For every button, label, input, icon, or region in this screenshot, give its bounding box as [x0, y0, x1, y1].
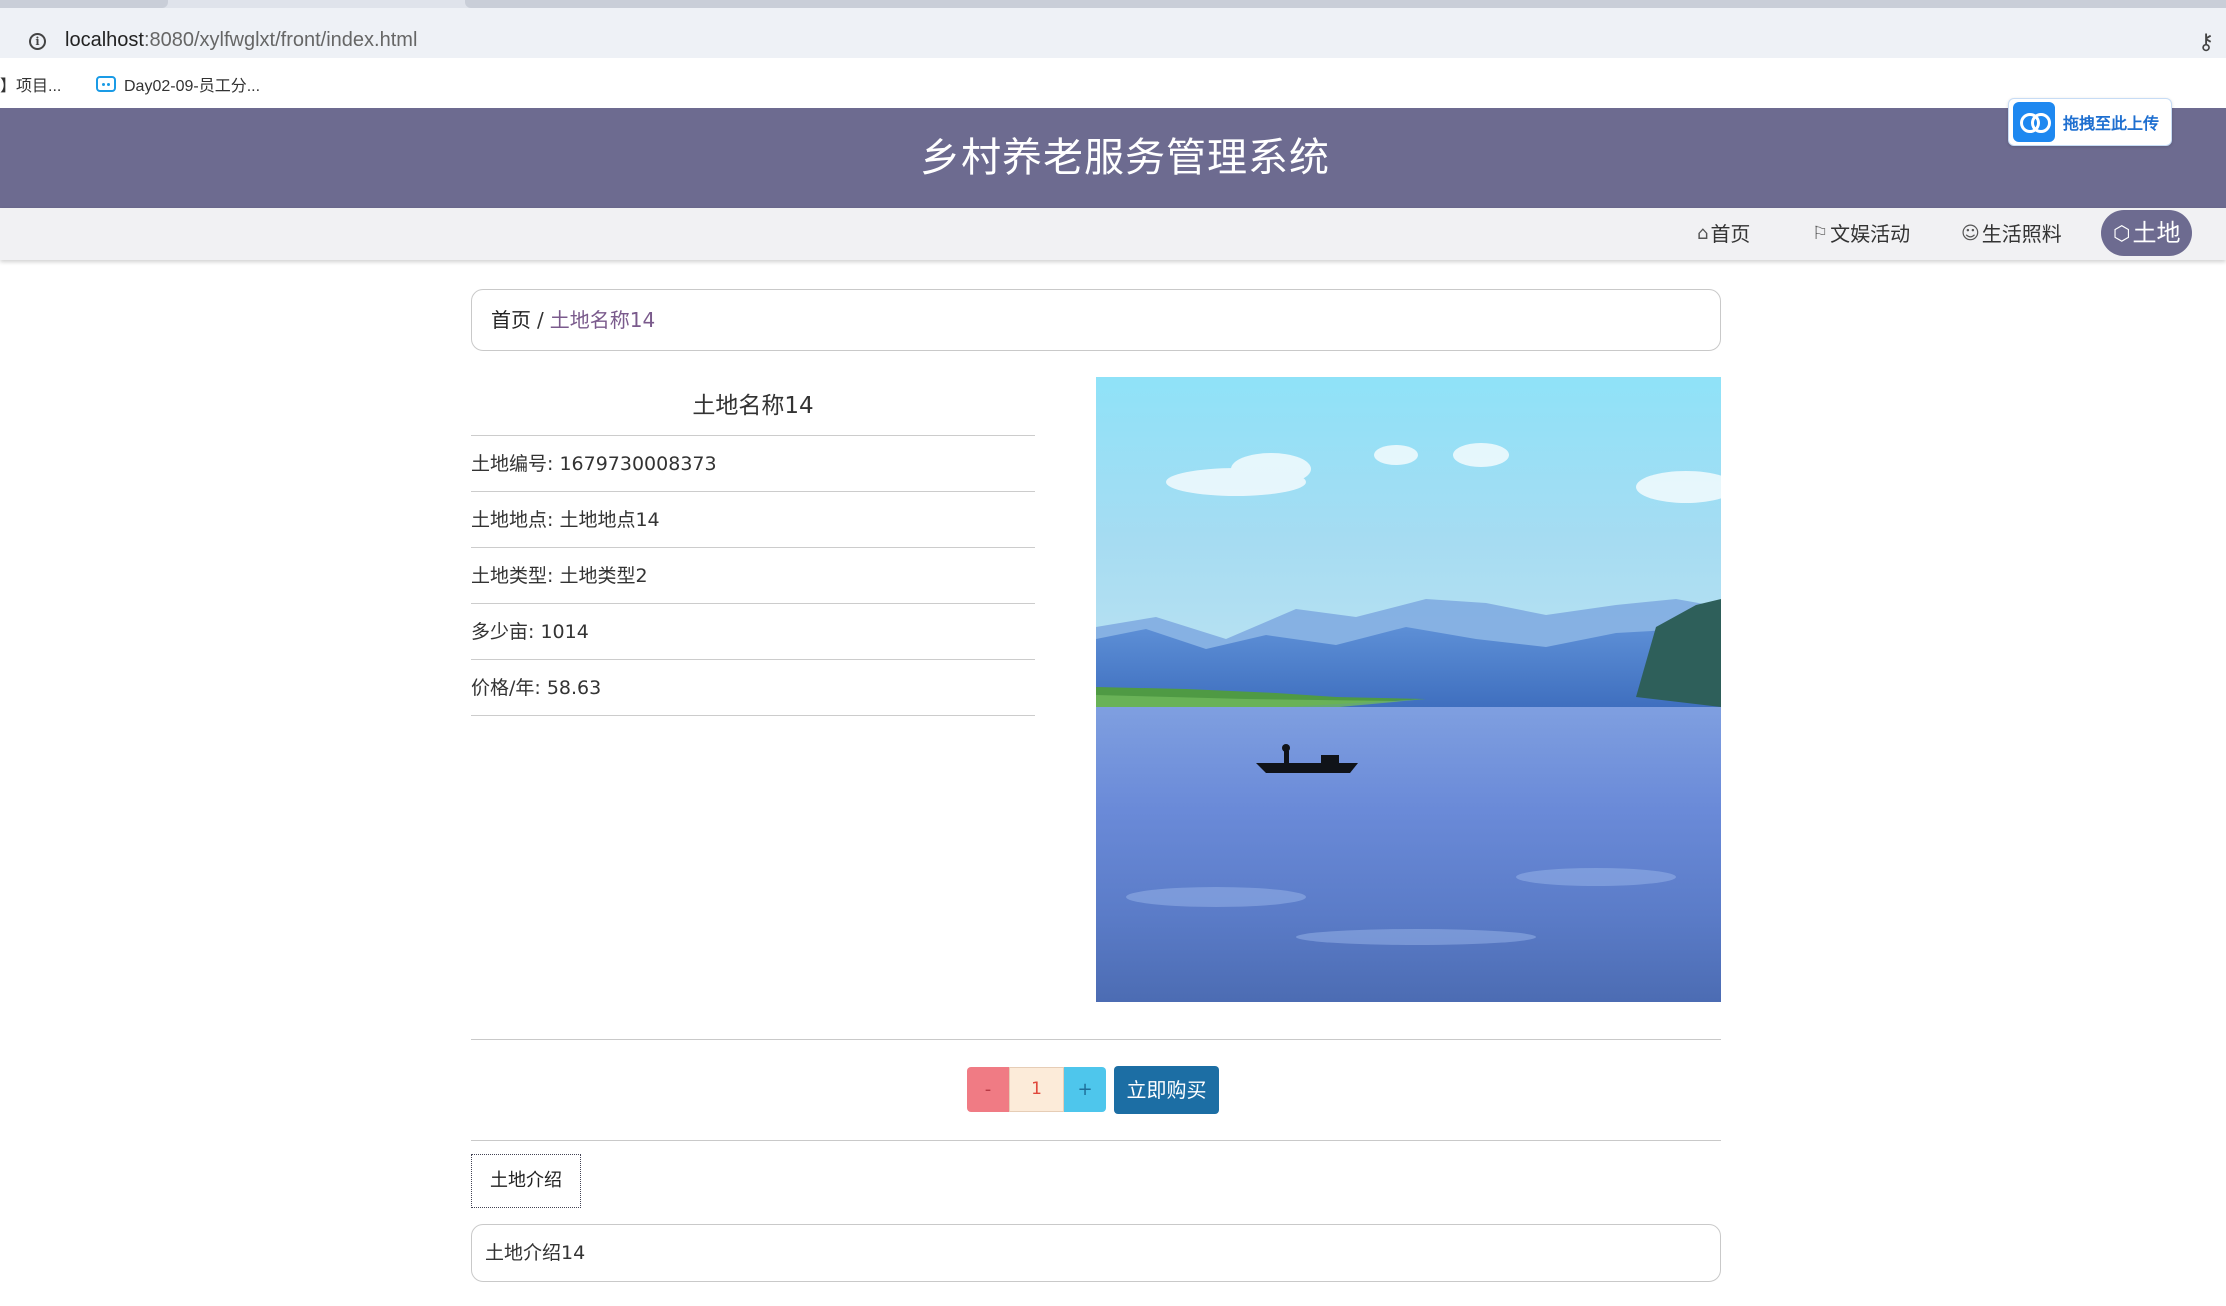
tab-land-intro[interactable]: 土地介绍: [471, 1154, 581, 1208]
nav-item-label: 文娱活动: [1830, 222, 1911, 246]
land-photo: [1096, 377, 1721, 1002]
breadcrumb: 首页 / 土地名称14: [471, 289, 1721, 351]
land-title: 土地名称14: [471, 376, 1035, 436]
quantity-stepper[interactable]: - 1 +: [967, 1067, 1106, 1112]
address-bar[interactable]: i localhost:8080/xylfwglxt/front/index.h…: [0, 8, 2226, 58]
section-divider: [471, 1039, 1721, 1040]
site-info-icon[interactable]: i: [29, 33, 46, 50]
section-divider: [471, 1140, 1721, 1141]
land-intro-content: 土地介绍14: [471, 1224, 1721, 1282]
care-icon: ☺: [1961, 223, 1980, 244]
land-detail-panel: 土地名称14 土地编号: 1679730008373 土地地点: 土地地点14 …: [471, 376, 1035, 716]
site-header: 乡村养老服务管理系统: [0, 108, 2226, 208]
browser-tab[interactable]: [465, 0, 2226, 8]
breadcrumb-home-link[interactable]: 首页: [491, 308, 531, 332]
nav-item-label: 土地: [2132, 219, 2181, 247]
land-location-row: 土地地点: 土地地点14: [471, 492, 1035, 548]
bookmark-label: Day02-09-员工分...: [124, 78, 261, 95]
nav-item-entertainment[interactable]: ⚐ 文娱活动: [1812, 208, 1910, 260]
flag-icon: ⚐: [1812, 223, 1829, 244]
increase-button[interactable]: +: [1064, 1067, 1106, 1112]
browser-tab[interactable]: [0, 0, 168, 8]
bilibili-tv-icon: [96, 76, 116, 92]
site-title: 乡村养老服务管理系统: [920, 135, 1330, 181]
breadcrumb-current: 土地名称14: [549, 308, 656, 332]
upload-badge-label: 拖拽至此上传: [2063, 114, 2160, 133]
nav-item-label: 首页: [1710, 222, 1751, 246]
quantity-input[interactable]: 1: [1009, 1067, 1064, 1112]
password-key-icon[interactable]: ⚷: [2198, 30, 2214, 55]
bookmark-item[interactable]: 】项目...: [0, 72, 61, 96]
land-number-row: 土地编号: 1679730008373: [471, 436, 1035, 492]
home-icon: ⌂: [1697, 223, 1709, 244]
land-type-row: 土地类型: 土地类型2: [471, 548, 1035, 604]
breadcrumb-separator: /: [537, 308, 544, 332]
land-price-row: 价格/年: 58.63: [471, 660, 1035, 716]
land-acreage-row: 多少亩: 1014: [471, 604, 1035, 660]
nav-item-life-care[interactable]: ☺ 生活照料: [1961, 208, 2062, 260]
main-nav: ⌂ 首页 ⚐ 文娱活动 ☺ 生活照料 ⬡ 土地: [0, 208, 2226, 260]
upload-drop-badge[interactable]: 拖拽至此上传: [2008, 98, 2172, 146]
nav-item-label: 生活照料: [1981, 222, 2062, 246]
buy-now-button[interactable]: 立即购买: [1114, 1066, 1219, 1114]
decrease-button[interactable]: -: [967, 1067, 1009, 1112]
cloud-upload-icon: [2013, 102, 2055, 142]
nav-item-home[interactable]: ⌂ 首页: [1697, 208, 1750, 260]
browser-tab-strip: [0, 0, 2226, 8]
nav-item-land[interactable]: ⬡ 土地: [2101, 210, 2193, 256]
box-icon: ⬡: [2113, 221, 2131, 245]
bookmark-item[interactable]: Day02-09-员工分...: [96, 72, 260, 96]
url-text[interactable]: localhost:8080/xylfwglxt/front/index.htm…: [65, 29, 417, 52]
bookmarks-bar: 】项目... Day02-09-员工分...: [0, 58, 2226, 108]
